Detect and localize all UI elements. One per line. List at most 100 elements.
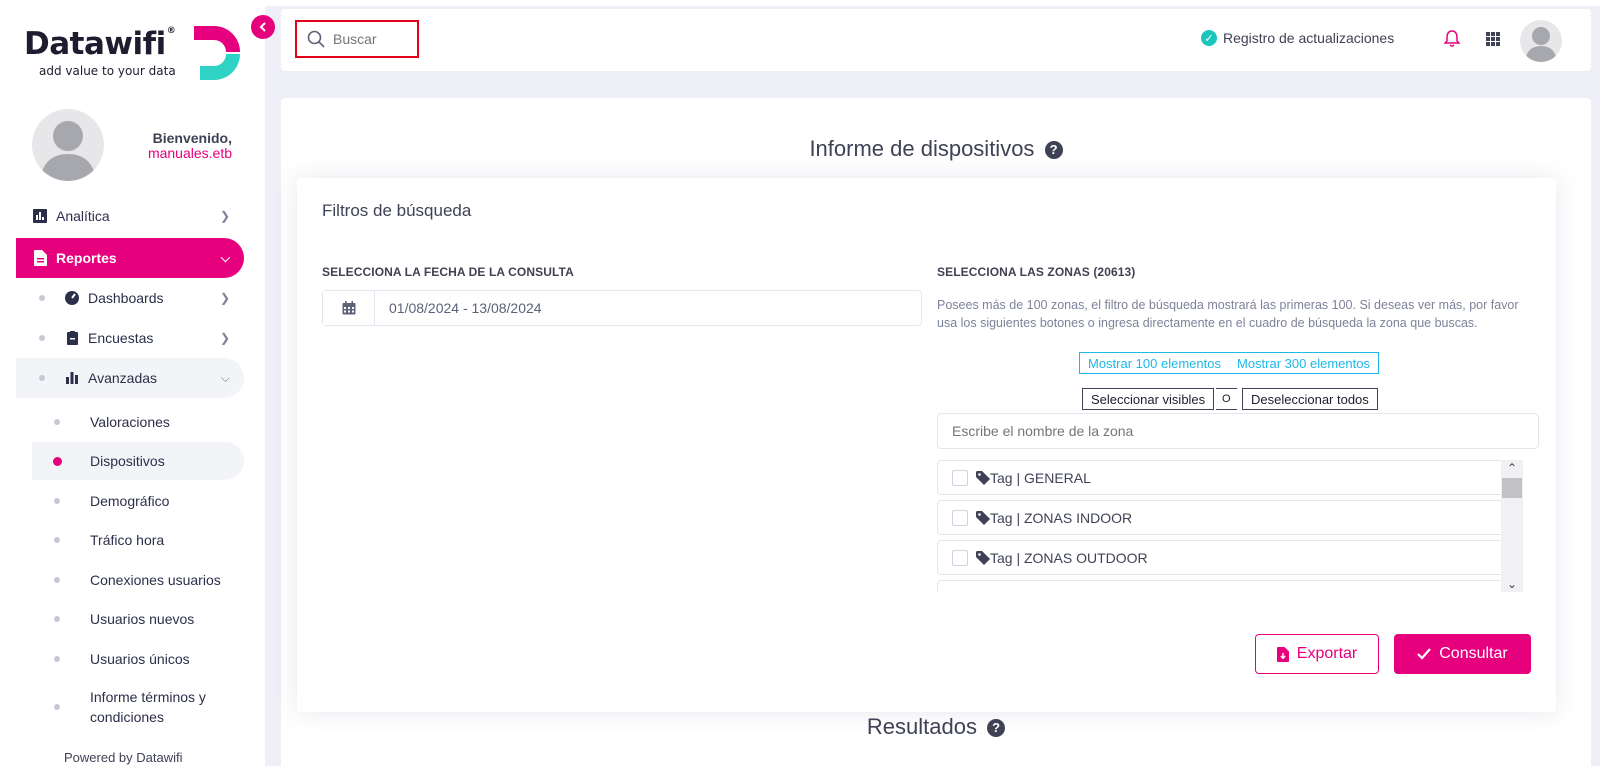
welcome-text: Bienvenido, xyxy=(152,130,232,146)
main-content: Informe de dispositivos ? Filtros de bús… xyxy=(281,98,1591,766)
zone-checkbox[interactable] xyxy=(952,469,968,486)
tag-icon xyxy=(976,470,990,485)
sidebar-item-informe-terminos[interactable]: Informe términos y condiciones xyxy=(32,685,222,729)
username-link[interactable]: manuales.etb xyxy=(120,146,232,161)
zones-description: Posees más de 100 zonas, el filtro de bú… xyxy=(937,298,1519,330)
calendar-icon[interactable] xyxy=(323,291,375,325)
sidebar-item-label: Informe términos y condiciones xyxy=(90,689,206,725)
logo-name: Datawifi xyxy=(24,26,166,62)
header-bar: ✓ Registro de actualizaciones xyxy=(281,9,1591,71)
date-range-picker[interactable]: 01/08/2024 - 13/08/2024 xyxy=(322,290,922,326)
bullet-dot xyxy=(54,616,60,622)
notifications-button[interactable] xyxy=(1443,30,1461,52)
apps-grid-icon[interactable] xyxy=(1486,32,1500,46)
active-bullet-dot xyxy=(53,456,62,466)
chevron-down-icon[interactable]: ⌄ xyxy=(1501,576,1523,592)
sidebar-item-demografico[interactable]: Demográfico xyxy=(32,482,244,520)
sidebar-item-trafico-hora[interactable]: Tráfico hora xyxy=(32,521,244,559)
avatar-person-icon xyxy=(1525,27,1557,62)
sidebar-item-label: Tráfico hora xyxy=(90,532,165,548)
zone-list-scrollbar[interactable]: ⌃ ⌄ xyxy=(1501,460,1523,592)
zones-label: SELECCIONA LAS ZONAS (20613) xyxy=(937,265,1136,279)
sidebar-item-conexiones-usuarios[interactable]: Conexiones usuarios xyxy=(32,561,244,599)
sidebar-item-label: Usuarios únicos xyxy=(90,651,190,667)
sidebar-item-label: Usuarios nuevos xyxy=(90,611,195,627)
zone-checkbox[interactable] xyxy=(952,509,968,526)
sidebar-item-dashboards[interactable]: Dashboards ❯ xyxy=(16,280,244,316)
logo-tagline: add value to your data xyxy=(39,64,176,78)
search-filters-card: Filtros de búsqueda SELECCIONA LA FECHA … xyxy=(297,178,1556,712)
scrollbar-thumb[interactable] xyxy=(1502,478,1522,498)
search-icon xyxy=(307,30,325,48)
consultar-label: Consultar xyxy=(1439,645,1508,662)
sidebar-item-label: Demográfico xyxy=(90,493,170,509)
question-circle-icon[interactable]: ? xyxy=(987,718,1006,737)
export-button[interactable]: Exportar xyxy=(1255,634,1379,674)
header-avatar[interactable] xyxy=(1520,20,1562,62)
sidebar-item-valoraciones[interactable]: Valoraciones xyxy=(32,403,244,441)
zone-list: Tag | GENERAL Tag | ZONAS INDOOR Tag | Z… xyxy=(937,460,1539,592)
bullet-dot xyxy=(54,704,60,710)
page-title: Informe de dispositivos ? xyxy=(281,136,1591,162)
date-range-value[interactable]: 01/08/2024 - 13/08/2024 xyxy=(375,291,542,325)
chevron-right-icon: ❯ xyxy=(219,331,230,345)
bullet-dot xyxy=(54,537,60,543)
user-avatar[interactable] xyxy=(32,109,104,181)
zone-item[interactable]: Tag | ZONAS INDOOR xyxy=(937,500,1519,535)
results-title-text: Resultados xyxy=(866,714,977,739)
bell-icon xyxy=(1443,30,1461,47)
clipboard-icon xyxy=(64,330,80,346)
sidebar-item-label: Dispositivos xyxy=(90,453,165,469)
sidebar-item-label: Reportes xyxy=(56,250,117,266)
tag-icon xyxy=(976,550,990,565)
sidebar-item-label: Encuestas xyxy=(88,330,154,346)
zone-item-partial[interactable] xyxy=(937,580,1519,592)
search-box[interactable] xyxy=(295,20,419,58)
sidebar-collapse-button[interactable] xyxy=(251,15,275,39)
welcome-block: Bienvenido, manuales.etb xyxy=(120,131,232,161)
select-visible-button[interactable]: Seleccionar visibles xyxy=(1082,388,1215,410)
or-separator: O xyxy=(1216,388,1237,410)
zone-label: Tag | ZONAS INDOOR xyxy=(990,509,1133,526)
sidebar-item-label: Avanzadas xyxy=(88,370,158,386)
bar-chart-icon xyxy=(32,208,48,224)
datawifi-logo[interactable]: Datawifi® add value to your data xyxy=(24,24,244,86)
sidebar-item-label: Analítica xyxy=(56,208,110,224)
search-input[interactable] xyxy=(333,31,413,47)
update-log-link[interactable]: ✓ Registro de actualizaciones xyxy=(1201,30,1394,46)
show-100-button[interactable]: Mostrar 100 elementos xyxy=(1079,352,1230,374)
chevron-down-icon: ⌵ xyxy=(220,250,230,265)
dashboard-gauge-icon xyxy=(64,290,80,306)
bar-chart-icon xyxy=(64,370,80,386)
bullet-dot xyxy=(54,656,60,662)
card-title: Filtros de búsqueda xyxy=(322,201,472,220)
zone-search-input[interactable] xyxy=(937,413,1539,449)
consultar-button[interactable]: Consultar xyxy=(1394,634,1531,674)
bullet-dot xyxy=(39,375,45,381)
chevron-up-icon[interactable]: ⌃ xyxy=(1501,460,1523,476)
question-circle-icon[interactable]: ? xyxy=(1044,140,1063,159)
sidebar-item-encuestas[interactable]: Encuestas ❯ xyxy=(16,320,244,356)
bullet-dot xyxy=(54,498,60,504)
sidebar-item-avanzadas[interactable]: Avanzadas ⌵ xyxy=(16,358,244,398)
zone-label: Tag | GENERAL xyxy=(990,469,1091,486)
zone-checkbox[interactable] xyxy=(952,549,968,566)
chevron-right-icon: ❯ xyxy=(219,209,230,223)
sidebar-item-analitica[interactable]: Analítica ❯ xyxy=(16,203,244,229)
zone-item[interactable]: Tag | GENERAL xyxy=(937,460,1519,495)
sidebar: Datawifi® add value to your data Bienven… xyxy=(0,0,265,766)
bullet-dot xyxy=(54,577,60,583)
chevron-down-icon: ⌵ xyxy=(220,370,230,385)
sidebar-item-usuarios-unicos[interactable]: Usuarios únicos xyxy=(32,640,244,678)
tag-icon xyxy=(976,510,990,525)
chevron-left-icon xyxy=(259,22,266,32)
sidebar-item-reportes[interactable]: Reportes ⌵ xyxy=(16,238,244,278)
zone-item[interactable]: Tag | ZONAS OUTDOOR xyxy=(937,540,1519,575)
deselect-all-button[interactable]: Deseleccionar todos xyxy=(1242,388,1378,410)
show-300-button[interactable]: Mostrar 300 elementos xyxy=(1229,352,1379,374)
zone-label: Tag | ZONAS OUTDOOR xyxy=(990,549,1148,566)
sidebar-item-dispositivos[interactable]: Dispositivos xyxy=(32,442,244,480)
sidebar-item-usuarios-nuevos[interactable]: Usuarios nuevos xyxy=(32,600,244,638)
export-label: Exportar xyxy=(1296,645,1358,662)
sidebar-item-label: Valoraciones xyxy=(90,414,170,430)
